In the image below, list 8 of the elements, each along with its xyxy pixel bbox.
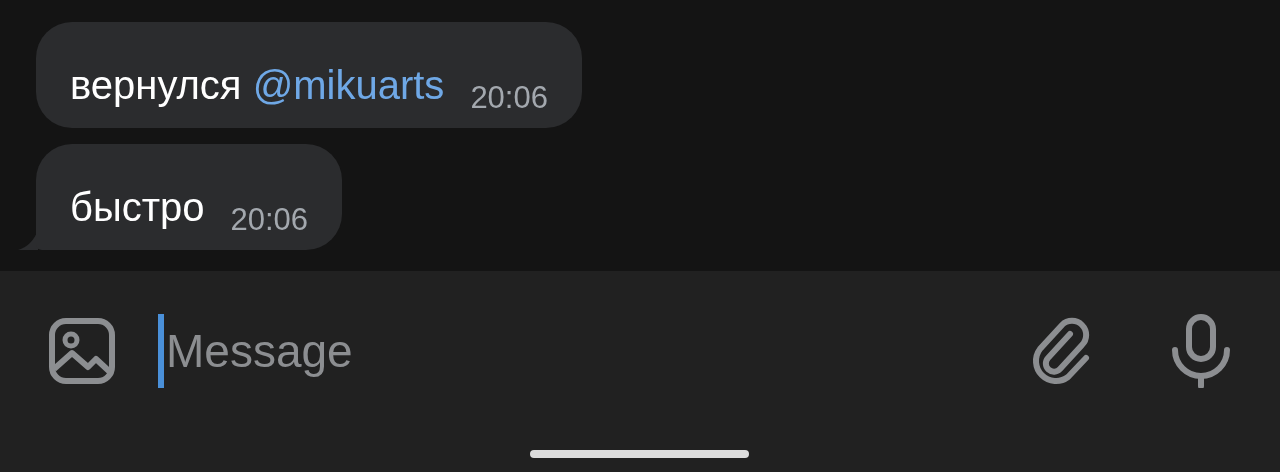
message-text: быстро [70,184,205,231]
message-time: 20:06 [470,80,548,116]
message-field[interactable]: Message [164,316,1030,386]
image-icon[interactable] [48,317,116,385]
mention-link[interactable]: @mikuarts [252,63,445,107]
message-time: 20:06 [230,202,309,238]
microphone-icon[interactable] [1170,314,1232,388]
message-text: вернулся @mikuarts [70,62,445,109]
